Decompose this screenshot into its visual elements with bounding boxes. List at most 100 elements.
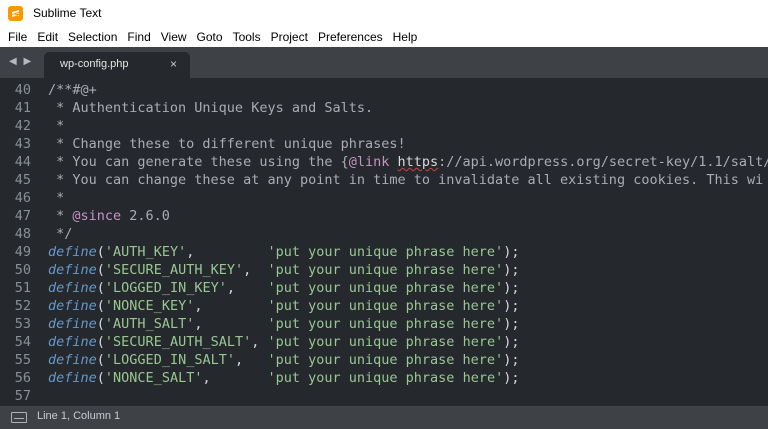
line-number: 56 [14,370,31,386]
code-line[interactable]: define('LOGGED_IN_KEY', 'put your unique… [48,279,519,297]
code-token: @since [72,208,122,224]
code-token: , [194,316,268,332]
code-token: ( [96,244,105,260]
menu-edit[interactable]: Edit [33,27,62,47]
code-token: ); [503,298,520,314]
code-token: 'put your unique phrase here' [267,334,504,350]
code-token: https [397,154,439,170]
line-number: 57 [14,388,31,404]
code-line[interactable]: define('NONCE_SALT', 'put your unique ph… [48,369,519,387]
line-number: 40 [14,82,31,98]
code-token: 'put your unique phrase here' [267,370,504,386]
line-number: 48 [14,226,31,242]
code-token: 'put your unique phrase here' [267,280,504,296]
line-number: 44 [14,154,31,170]
tab-close-icon[interactable]: × [170,57,177,71]
code-token: * Change these to different unique phras… [48,136,406,152]
code-line[interactable]: * [48,189,64,207]
code-token: 'NONCE_SALT' [104,370,203,386]
code-token: 'SECURE_AUTH_SALT' [104,334,252,350]
code-token: , [194,298,268,314]
code-line[interactable]: define('AUTH_KEY', 'put your unique phra… [48,243,519,261]
code-token: 'AUTH_KEY' [104,244,187,260]
code-line[interactable]: * You can change these at any point in t… [48,171,763,189]
code-token: ://api.wordpress.org/secret-key/1.1/salt… [438,154,768,170]
code-token: 'put your unique phrase here' [267,298,504,314]
code-token: ); [503,316,520,332]
line-number: 43 [14,136,31,152]
code-line[interactable]: /**#@+ [48,81,97,99]
code-token: ); [503,280,520,296]
code-token: 2.6.0 [121,208,170,224]
menu-find[interactable]: Find [123,27,154,47]
code-token: * [48,190,65,206]
line-number: 52 [14,298,31,314]
code-editor[interactable]: 40 41 42 43 44 45 46 47 48 49 50 51 52 53 54 55 56 57 /**… [0,78,768,406]
code-line[interactable]: * You can generate these using the {@lin… [48,153,768,171]
menu-view[interactable]: View [157,27,191,47]
code-token: define [48,334,97,350]
code-line[interactable]: define('SECURE_AUTH_SALT', 'put your uni… [48,333,519,351]
menu-file[interactable]: File [4,27,31,47]
code-token: ); [503,262,520,278]
code-line[interactable]: * Change these to different unique phras… [48,135,406,153]
code-token: ( [96,334,105,350]
line-number: 46 [14,190,31,206]
code-token: 'SECURE_AUTH_KEY' [104,262,244,278]
tab-wp-config[interactable]: wp-config.php × [44,52,190,78]
code-token: * [48,118,65,134]
code-token: * Authentication Unique Keys and Salts. [48,100,374,116]
code-line[interactable]: define('LOGGED_IN_SALT', 'put your uniqu… [48,351,519,369]
code-token: ); [503,370,520,386]
menu-selection[interactable]: Selection [64,27,121,47]
code-token: , [251,334,268,350]
menu-preferences[interactable]: Preferences [314,27,387,47]
code-token: ); [503,244,520,260]
code-line[interactable]: define('AUTH_SALT', 'put your unique phr… [48,315,519,333]
code-token: define [48,280,97,296]
code-token: ( [96,262,105,278]
line-number: 45 [14,172,31,188]
code-line[interactable]: * @since 2.6.0 [48,207,170,225]
line-number: 50 [14,262,31,278]
menu-goto[interactable]: Goto [193,27,227,47]
cursor-position: Line 1, Column 1 [37,410,121,422]
line-number: 55 [14,352,31,368]
line-number: 54 [14,334,31,350]
code-line[interactable]: */ [48,225,72,243]
menu-tools[interactable]: Tools [229,27,265,47]
code-token: define [48,370,97,386]
window-title: Sublime Text [33,6,102,20]
code-token: ( [96,298,105,314]
code-token: , [234,352,268,368]
line-number: 42 [14,118,31,134]
tab-label: wp-config.php [60,58,129,70]
code-token: , [243,262,268,278]
code-token: * [48,208,73,224]
menu-bar: File Edit Selection Find View Goto Tools… [0,27,768,47]
menu-help[interactable]: Help [389,27,422,47]
code-line[interactable]: * [48,117,64,135]
code-token: ); [503,352,520,368]
code-token: 'put your unique phrase here' [267,262,504,278]
console-toggle-icon[interactable] [11,412,27,423]
code-token: ( [96,370,105,386]
menu-project[interactable]: Project [267,27,312,47]
code-token: , [226,280,268,296]
code-token: define [48,262,97,278]
code-line[interactable]: define('NONCE_KEY', 'put your unique phr… [48,297,519,315]
code-token: * You can generate these using the { [48,154,349,170]
code-line[interactable]: * Authentication Unique Keys and Salts. [48,99,373,117]
code-token: ); [503,334,520,350]
code-token: */ [48,226,73,242]
line-number: 51 [14,280,31,296]
code-token: 'AUTH_SALT' [104,316,195,332]
code-token: define [48,298,97,314]
code-line[interactable]: define('SECURE_AUTH_KEY', 'put your uniq… [48,261,519,279]
line-number: 53 [14,316,31,332]
tab-nav-arrows-icon[interactable]: ◀ ▶ [9,56,33,67]
tab-bar: ◀ ▶ wp-config.php × [0,47,768,78]
code-token: 'put your unique phrase here' [267,244,504,260]
code-token: 'NONCE_KEY' [104,298,195,314]
